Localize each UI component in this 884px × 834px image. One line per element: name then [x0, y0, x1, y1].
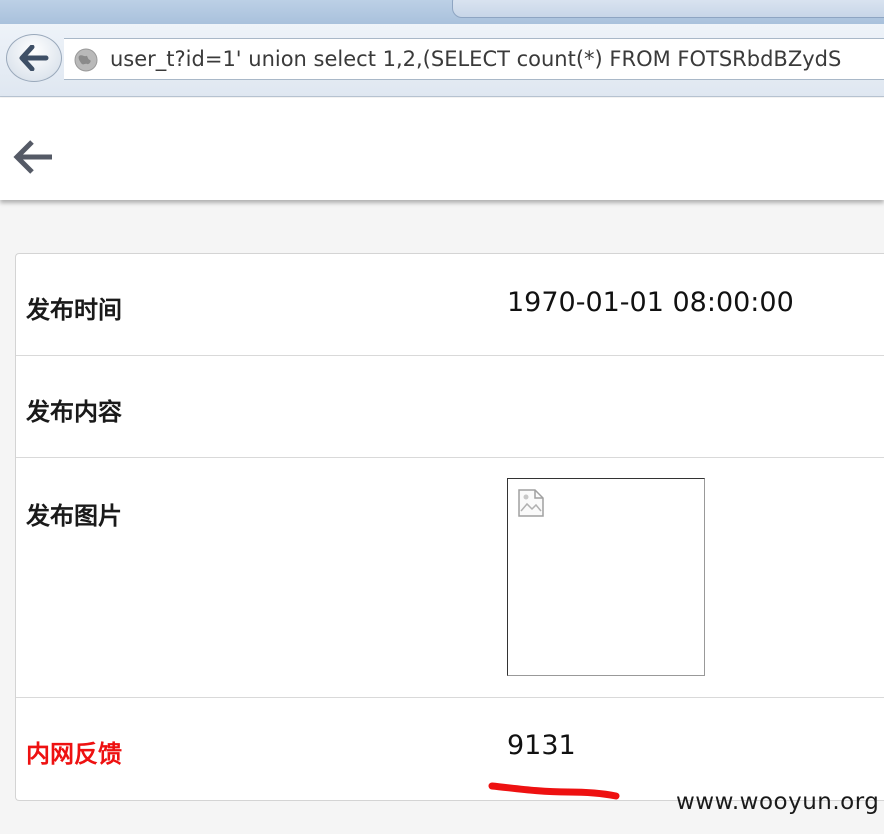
globe-icon	[74, 48, 98, 72]
detail-row-publish-content: 发布内容	[16, 356, 884, 458]
browser-tab-strip	[0, 0, 884, 24]
row-label: 发布图片	[26, 502, 122, 530]
broken-image-icon	[518, 489, 544, 517]
detail-row-publish-image: 发布图片	[16, 458, 884, 698]
detail-row-publish-time: 发布时间 1970-01-01 08:00:00	[16, 254, 884, 356]
row-label-highlighted: 内网反馈	[26, 740, 122, 768]
image-placeholder	[507, 478, 705, 676]
red-underline-annotation	[488, 782, 620, 800]
arrow-left-icon	[19, 45, 49, 71]
detail-row-intranet-feedback: 内网反馈 9131	[16, 698, 884, 799]
row-value: 1970-01-01 08:00:00	[507, 287, 794, 318]
row-label: 发布内容	[26, 398, 122, 426]
browser-back-button[interactable]	[6, 34, 62, 82]
browser-tab[interactable]	[452, 0, 884, 18]
feedback-count-value: 9131	[507, 730, 576, 761]
row-label: 发布时间	[26, 296, 122, 324]
address-bar[interactable]: user_t?id=1' union select 1,2,(SELECT co…	[64, 38, 884, 80]
watermark: www.wooyun.org	[676, 789, 880, 815]
detail-card: 发布时间 1970-01-01 08:00:00 发布内容 发布图片 内网反馈 …	[15, 253, 884, 801]
page-header	[0, 98, 884, 200]
page-back-button[interactable]	[12, 138, 54, 176]
url-text[interactable]: user_t?id=1' union select 1,2,(SELECT co…	[110, 47, 841, 71]
